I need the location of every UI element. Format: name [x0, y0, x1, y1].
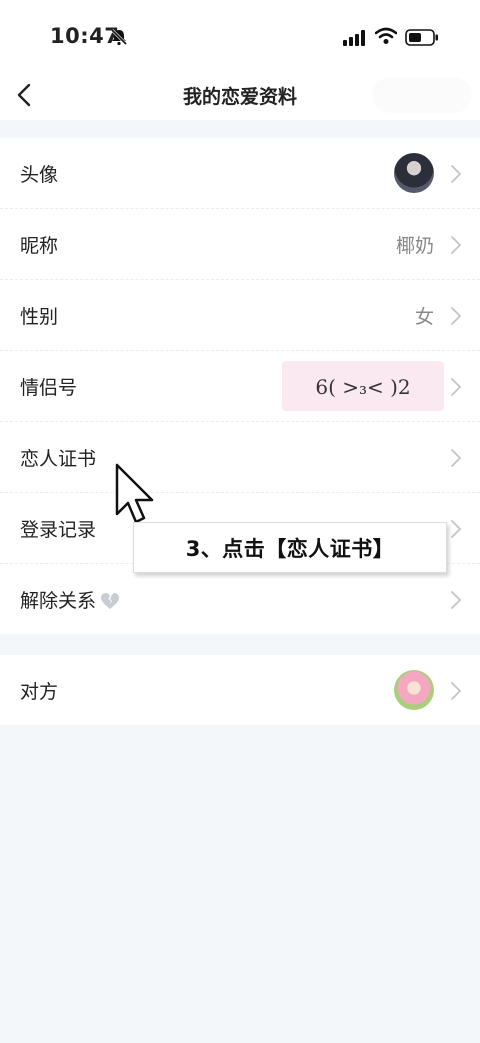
chevron-right-icon — [450, 519, 462, 543]
tutorial-callout: 3、点击【恋人证书】 — [133, 522, 447, 573]
row-love-certificate[interactable]: 恋人证书 — [0, 422, 480, 493]
row-label: 头像 — [20, 164, 59, 186]
row-label: 解除关系 — [20, 590, 97, 612]
row-nickname[interactable]: 昵称 椰奶 — [0, 209, 480, 280]
wifi-icon — [374, 27, 398, 49]
status-time: 10:47 — [50, 24, 120, 48]
row-label: 情侣号 — [20, 377, 78, 399]
chevron-right-icon — [450, 377, 462, 401]
chevron-right-icon — [450, 681, 462, 705]
couple-id-badge: 6( >₃< )2 — [282, 361, 444, 411]
row-label: 登录记录 — [20, 519, 97, 541]
row-label: 恋人证书 — [20, 448, 97, 470]
row-gender[interactable]: 性别 女 — [0, 280, 480, 351]
row-label: 性别 — [20, 306, 59, 328]
chevron-right-icon — [450, 164, 462, 188]
avatar — [394, 153, 434, 193]
gender-value: 女 — [414, 306, 434, 328]
nickname-value: 椰奶 — [395, 235, 434, 257]
bell-slash-icon — [110, 28, 128, 50]
row-avatar[interactable]: 头像 — [0, 138, 480, 209]
battery-icon — [405, 29, 439, 50]
row-label-wrap: 解除关系 — [20, 586, 120, 615]
chevron-right-icon — [450, 448, 462, 472]
row-couple-id[interactable]: 情侣号 6( >₃< )2 — [0, 351, 480, 422]
broken-heart-icon — [100, 592, 120, 615]
chevron-right-icon — [450, 590, 462, 614]
partner-list: 对方 — [0, 655, 480, 725]
couple-id-value: 6( >₃< )2 — [315, 375, 411, 399]
chevron-right-icon — [450, 306, 462, 330]
partner-avatar — [394, 670, 434, 710]
row-partner[interactable]: 对方 — [0, 655, 480, 725]
mouse-cursor-icon — [114, 462, 158, 530]
nav-capsule — [372, 77, 472, 113]
chevron-right-icon — [450, 235, 462, 259]
row-label: 对方 — [20, 681, 59, 703]
signal-icon — [343, 30, 367, 50]
row-unbind-relationship[interactable]: 解除关系 — [0, 564, 480, 634]
status-bar: 10:47 — [0, 0, 480, 70]
row-label: 昵称 — [20, 235, 59, 257]
nav-bar: 我的恋爱资料 — [0, 70, 480, 120]
